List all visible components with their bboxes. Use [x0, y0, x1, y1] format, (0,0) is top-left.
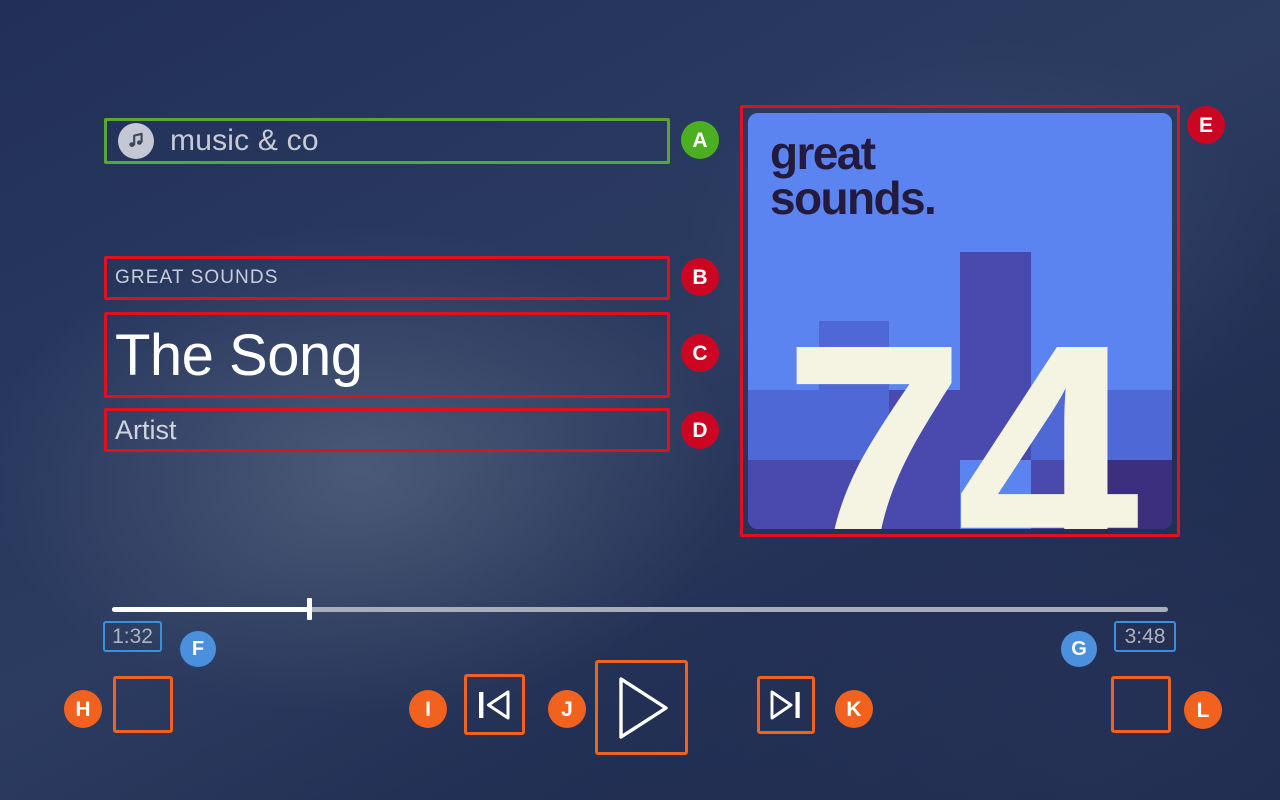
annotation-marker-c: C — [681, 334, 719, 372]
annotation-box-album-name — [104, 256, 670, 300]
annotation-box-elapsed-time — [103, 621, 162, 652]
annotation-box-previous — [464, 674, 525, 735]
annotation-marker-h: H — [64, 690, 102, 728]
progress-bar[interactable] — [112, 598, 1168, 620]
music-player-screen: music & co A GREAT SOUNDS B The Song C A… — [0, 0, 1280, 800]
annotation-marker-a: A — [681, 121, 719, 159]
annotation-marker-f: F — [180, 631, 216, 667]
annotation-box-album-art — [740, 105, 1180, 537]
annotation-box-total-time — [1114, 621, 1176, 652]
annotation-marker-e: E — [1187, 106, 1225, 144]
annotation-marker-g: G — [1061, 631, 1097, 667]
annotation-marker-d: D — [681, 411, 719, 449]
annotation-box-extra-right — [1111, 676, 1171, 733]
annotation-marker-i: I — [409, 690, 447, 728]
annotation-box-play — [595, 660, 688, 755]
annotation-marker-k: K — [835, 690, 873, 728]
annotation-box-next — [757, 676, 815, 734]
annotation-box-track-title — [104, 312, 670, 398]
annotation-marker-b: B — [681, 258, 719, 296]
progress-thumb[interactable] — [307, 598, 313, 620]
annotation-marker-j: J — [548, 690, 586, 728]
annotation-marker-l: L — [1184, 691, 1222, 729]
annotation-box-extra-left — [113, 676, 173, 733]
progress-fill — [112, 607, 310, 612]
annotation-box-app-title — [104, 118, 670, 164]
annotation-box-artist-name — [104, 408, 670, 452]
